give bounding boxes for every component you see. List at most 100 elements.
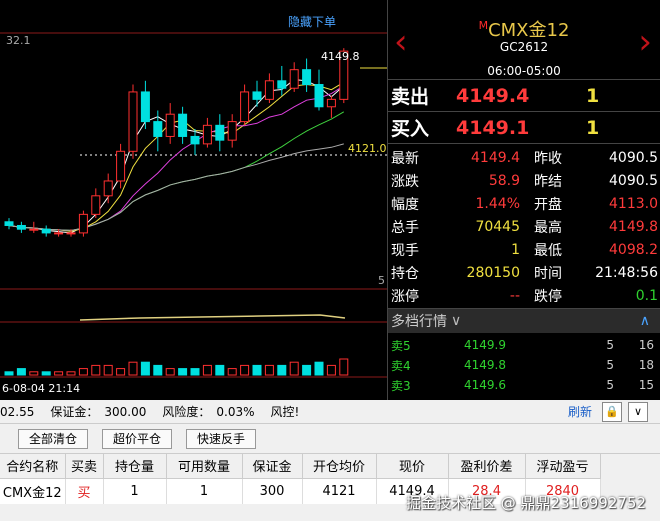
stat-v1: 4149.4 xyxy=(471,149,520,166)
volume-bar xyxy=(66,371,76,376)
next-symbol-arrow-icon[interactable]: › xyxy=(638,22,652,62)
ask-row[interactable]: 卖出 4149.4 1 xyxy=(388,80,660,112)
positions-header: 合约名称 买卖 持仓量 可用数量 保证金 开仓均价 现价 盈利价差 浮动盈亏 xyxy=(0,454,601,479)
column-header[interactable]: 现价 xyxy=(376,454,449,479)
candle-body xyxy=(314,84,324,108)
stat-row: 涨跌 58.9 昨结 4090.5 xyxy=(388,169,660,192)
volume-bar xyxy=(302,364,312,376)
kline-svg: 32.1 4149.8 4121.0 5 6-08-04 21:14 xyxy=(0,32,387,395)
candle-body xyxy=(29,228,39,231)
stat-v2: 4098.2 xyxy=(609,241,658,258)
close-over-price-button[interactable]: 超价平仓 xyxy=(102,428,173,449)
stat-k1: 幅度 xyxy=(391,196,419,213)
stat-k1: 总手 xyxy=(391,219,419,236)
close-all-button[interactable]: 全部清仓 xyxy=(18,428,89,449)
chevron-down-icon[interactable]: ∨ xyxy=(628,402,648,422)
stat-v2: 4149.8 xyxy=(609,218,658,235)
stat-k1: 涨跌 xyxy=(391,173,419,190)
ask-price: 4149.4 xyxy=(456,84,530,107)
market-flag: M xyxy=(478,19,489,32)
stat-v1: 1 xyxy=(511,241,520,258)
hide-order-link[interactable]: 隐藏下单 xyxy=(288,13,336,30)
watermark: 掘金技术社区 @ 鼎鼎2316992752 xyxy=(406,494,646,512)
depth-title: 多档行情 xyxy=(391,314,447,330)
lock-icon[interactable]: 🔒 xyxy=(602,402,622,422)
moving-average-line-3 xyxy=(8,85,345,231)
symbol-title: MCMX金12 xyxy=(388,16,660,42)
stat-row: 幅度 1.44% 开盘 4113.0 xyxy=(388,192,660,215)
column-header[interactable]: 持仓量 xyxy=(103,454,167,479)
candle-body xyxy=(153,121,163,137)
volume-bar xyxy=(16,368,26,376)
ref-price-label: 4121.0 xyxy=(348,142,387,155)
column-header[interactable]: 保证金 xyxy=(242,454,303,479)
double-chevron-down-icon[interactable]: ∨ xyxy=(451,313,461,329)
trading-panel: 02.55 保证金： 300.00 风险度： 0.03% 风控! 刷新 🔒 ∨ … xyxy=(0,400,660,521)
column-header[interactable]: 盈利价差 xyxy=(448,454,526,479)
volume-bar xyxy=(153,364,163,376)
volume-bar xyxy=(91,364,101,376)
bid-price: 4149.1 xyxy=(456,116,530,139)
column-header[interactable]: 开仓均价 xyxy=(302,454,377,479)
stat-row: 现手 1 最低 4098.2 xyxy=(388,238,660,261)
depth-v: 5 xyxy=(606,358,614,372)
candle-body xyxy=(140,91,150,123)
volume-scale-label: 5 xyxy=(378,274,385,287)
stat-row: 持仓 280150 时间 21:48:56 xyxy=(388,261,660,284)
stat-v2: 4113.0 xyxy=(609,195,658,212)
chevron-up-icon[interactable]: ∧ xyxy=(640,313,650,329)
symbol-name: CMX金12 xyxy=(488,20,570,41)
bid-row[interactable]: 买入 4149.1 1 xyxy=(388,112,660,144)
account-bar: 02.55 保证金： 300.00 风险度： 0.03% 风控! 刷新 🔒 ∨ xyxy=(0,400,660,424)
quick-reverse-button[interactable]: 快速反手 xyxy=(186,428,257,449)
bid-label: 买入 xyxy=(391,118,430,140)
volume-bar xyxy=(165,368,175,376)
stat-v2: 21:48:56 xyxy=(595,264,658,281)
volume-bar xyxy=(277,364,287,376)
moving-average-line-4 xyxy=(8,111,345,231)
bid-volume: 1 xyxy=(586,116,600,139)
candle-body xyxy=(66,232,76,235)
stat-v1: -- xyxy=(509,287,520,304)
column-header[interactable]: 浮动盈亏 xyxy=(525,454,601,479)
candle-body xyxy=(252,91,262,100)
stat-row: 涨停 -- 跌停 0.1 xyxy=(388,284,660,307)
risk-label: 风险度： xyxy=(162,405,211,419)
depth-v2: 18 xyxy=(638,358,654,372)
symbol-header: ‹ MCMX金12 GC2612 06:00-05:00 › xyxy=(388,0,660,80)
margin-label: 保证金： xyxy=(50,405,99,419)
quote-stats: 最新 4149.4 昨收 4090.5 涨跌 58.9 昨结 4090.5 幅度 1.44% 开盘 4… xyxy=(388,144,660,307)
ask-volume: 1 xyxy=(586,84,600,107)
depth-p: 4149.6 xyxy=(464,378,506,392)
volume-bar xyxy=(54,371,64,376)
depth-k: 卖5 xyxy=(391,338,411,353)
candle-body xyxy=(190,135,200,145)
column-header[interactable]: 合约名称 xyxy=(0,454,66,479)
candle-body xyxy=(41,228,51,234)
volume-bar xyxy=(227,368,237,376)
volume-bar xyxy=(240,364,250,376)
column-header[interactable]: 买卖 xyxy=(65,454,104,479)
ask-label: 卖出 xyxy=(391,86,430,108)
stat-k2: 开盘 xyxy=(534,196,562,213)
depth-header[interactable]: 多档行情 ∨ ∧ xyxy=(388,308,660,333)
depth-row[interactable]: 卖5 4149.9 5 16 xyxy=(388,335,660,355)
stat-v2: 4090.5 xyxy=(609,149,658,166)
quote-panel: ‹ MCMX金12 GC2612 06:00-05:00 › 卖出 4149.4… xyxy=(387,0,660,413)
depth-row[interactable]: 卖3 4149.6 5 15 xyxy=(388,375,660,395)
depth-row[interactable]: 卖4 4149.8 5 18 xyxy=(388,355,660,375)
stat-k2: 昨收 xyxy=(534,150,562,167)
moving-average-line-1 xyxy=(8,79,345,234)
stat-k1: 涨停 xyxy=(391,288,419,305)
candle-body xyxy=(240,91,250,123)
position-cell: CMX金12 xyxy=(0,478,66,504)
stat-row: 总手 70445 最高 4149.8 xyxy=(388,215,660,238)
volume-bar xyxy=(289,361,299,376)
position-cell: 4121 xyxy=(302,478,377,504)
refresh-link[interactable]: 刷新 xyxy=(568,403,592,420)
volume-bar xyxy=(339,358,349,376)
risk-value: 0.03% xyxy=(216,404,255,419)
kline-chart[interactable]: 32.1 4149.8 4121.0 5 6-08-04 21:14 隐藏下单 xyxy=(0,0,387,400)
column-header[interactable]: 可用数量 xyxy=(166,454,243,479)
position-cell: 1 xyxy=(166,478,243,504)
